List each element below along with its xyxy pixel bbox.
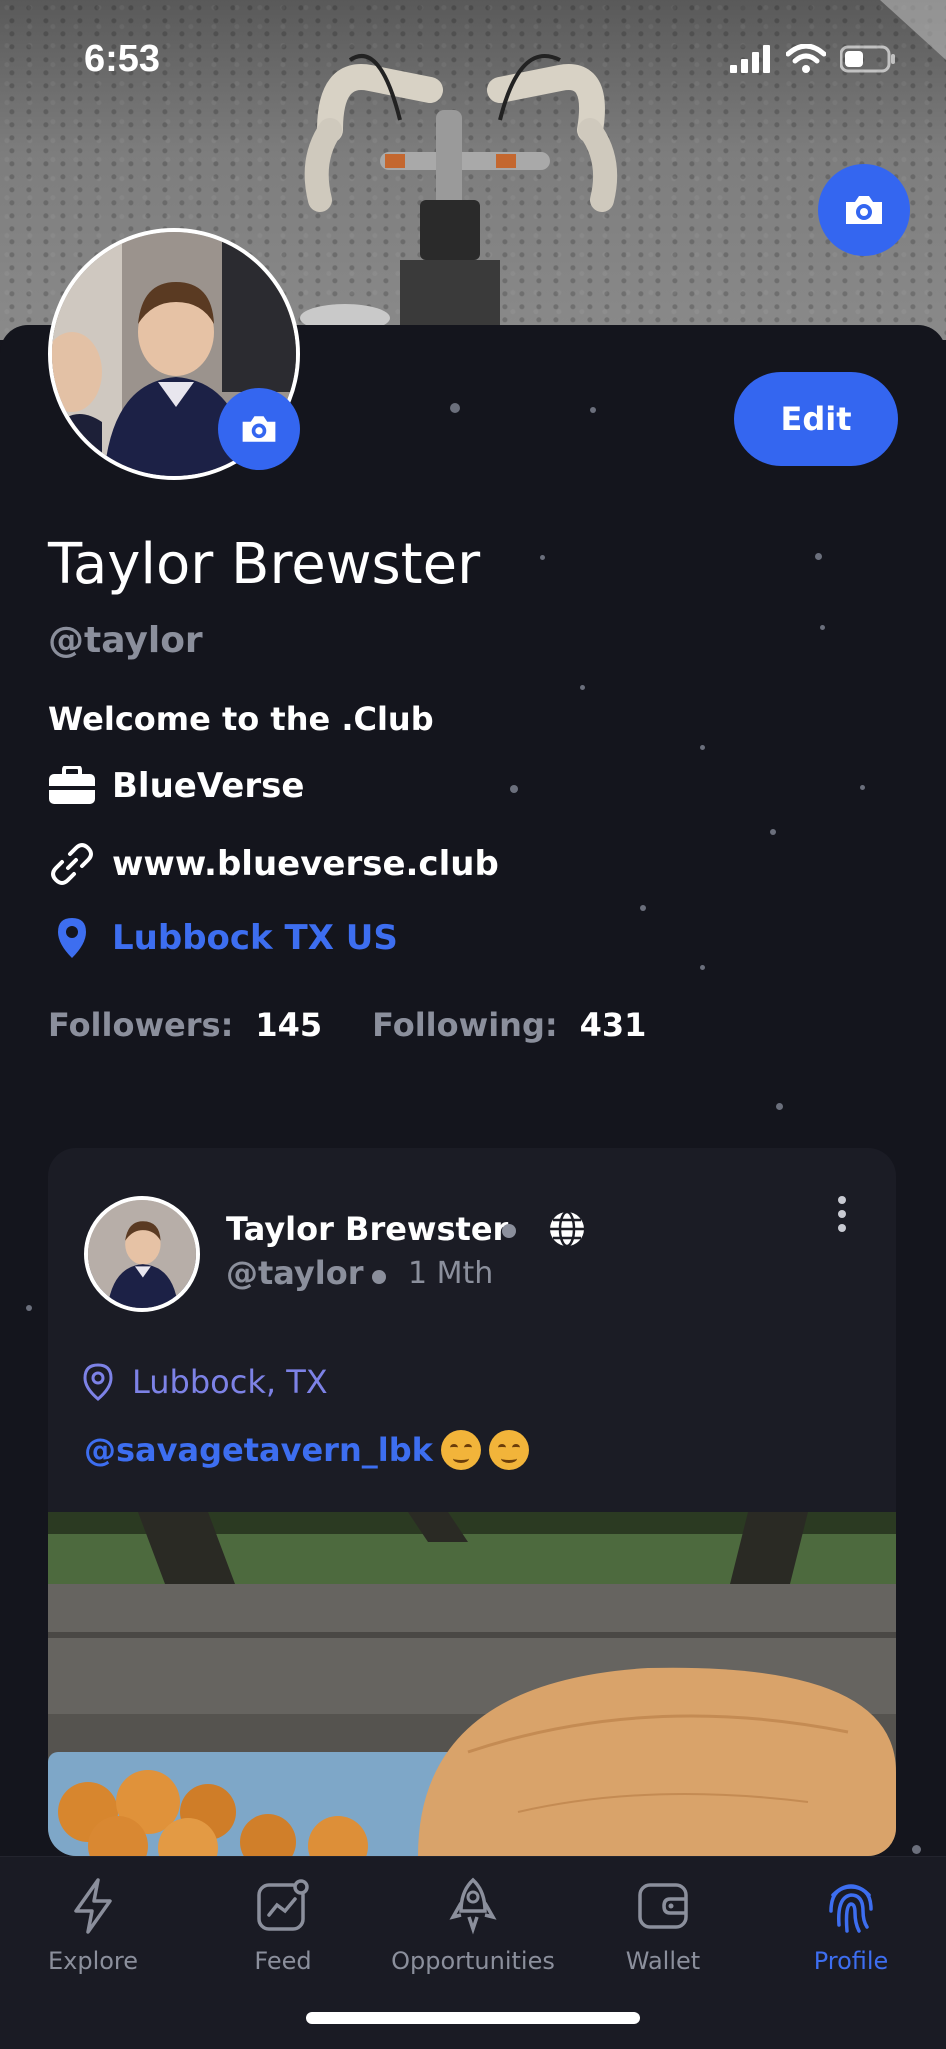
status-icons [730,44,896,74]
link-icon [51,843,93,885]
tab-profile-label: Profile [813,1947,889,1975]
location-pin-outline-icon [83,1363,113,1401]
more-options-icon[interactable] [836,1194,848,1234]
profile-handle: @taylor [48,620,203,661]
tab-wallet-label: Wallet [625,1947,701,1975]
globe-icon [550,1210,584,1248]
chart-icon [257,1879,309,1931]
post-author-avatar[interactable] [84,1196,200,1312]
followers-label[interactable]: Followers: [48,1006,233,1044]
profile-stats: Followers: 145 Following: 431 [48,1006,646,1044]
camera-icon [846,196,882,224]
profile-location-label[interactable]: Lubbock TX US [112,918,398,958]
post-location[interactable]: Lubbock, TX [80,1362,328,1402]
burger-photo [48,1512,896,1856]
post-avatar-photo [88,1200,196,1308]
following-label[interactable]: Following: [372,1006,557,1044]
following-count[interactable]: 431 [580,1006,647,1044]
camera-icon [242,416,276,442]
battery-icon [840,45,895,73]
profile-website-label[interactable]: www.blueverse.club [112,844,499,884]
briefcase-icon [49,766,95,804]
drooling-face-emoji [440,1430,481,1470]
tab-profile[interactable]: Profile [766,1877,936,1975]
change-avatar-button[interactable] [218,388,300,470]
home-indicator [306,2012,640,2024]
status-time: 6:53 [84,38,161,80]
post-timestamp: 1 Mth [408,1256,494,1291]
separator-dot [502,1224,516,1238]
tab-explore[interactable]: Explore [8,1877,178,1975]
tab-wallet[interactable]: Wallet [578,1877,748,1975]
post-location-label[interactable]: Lubbock, TX [132,1363,328,1401]
tab-opportunities[interactable]: Opportunities [388,1877,558,1975]
post-author-handle[interactable]: @taylor [226,1254,364,1292]
fingerprint-icon [829,1884,873,1933]
wifi-icon [786,44,826,73]
signal-icon [730,45,770,73]
profile-location[interactable]: Lubbock TX US [48,914,398,962]
post-text: @savagetavern_lbk [84,1430,529,1470]
location-pin-icon [58,918,86,958]
rocket-icon [449,1877,497,1935]
profile-bio: Welcome to the .Club [48,700,434,738]
separator-dot [372,1270,386,1284]
drooling-face-emoji [488,1430,529,1470]
profile-name: Taylor Brewster [48,532,481,597]
status-bar: 6:53 [0,0,946,120]
followers-count[interactable]: 145 [255,1006,322,1044]
post-author-name[interactable]: Taylor Brewster [226,1210,508,1248]
profile-website[interactable]: www.blueverse.club [48,840,499,888]
tab-feed-label: Feed [254,1947,312,1975]
tab-feed[interactable]: Feed [198,1877,368,1975]
lightning-icon [74,1878,112,1934]
profile-company-label: BlueVerse [112,766,305,806]
post-image[interactable] [48,1512,896,1856]
profile-company: BlueVerse [48,766,304,806]
post-card[interactable]: Taylor Brewster @taylor 1 Mth Lubbock, T… [48,1148,896,1856]
edit-profile-button[interactable]: Edit [734,372,898,466]
change-cover-button[interactable] [818,164,910,256]
wallet-icon [638,1883,688,1929]
tab-explore-label: Explore [47,1947,139,1975]
tab-opportunities-label: Opportunities [391,1947,555,1975]
post-mention[interactable]: @savagetavern_lbk [84,1431,433,1469]
